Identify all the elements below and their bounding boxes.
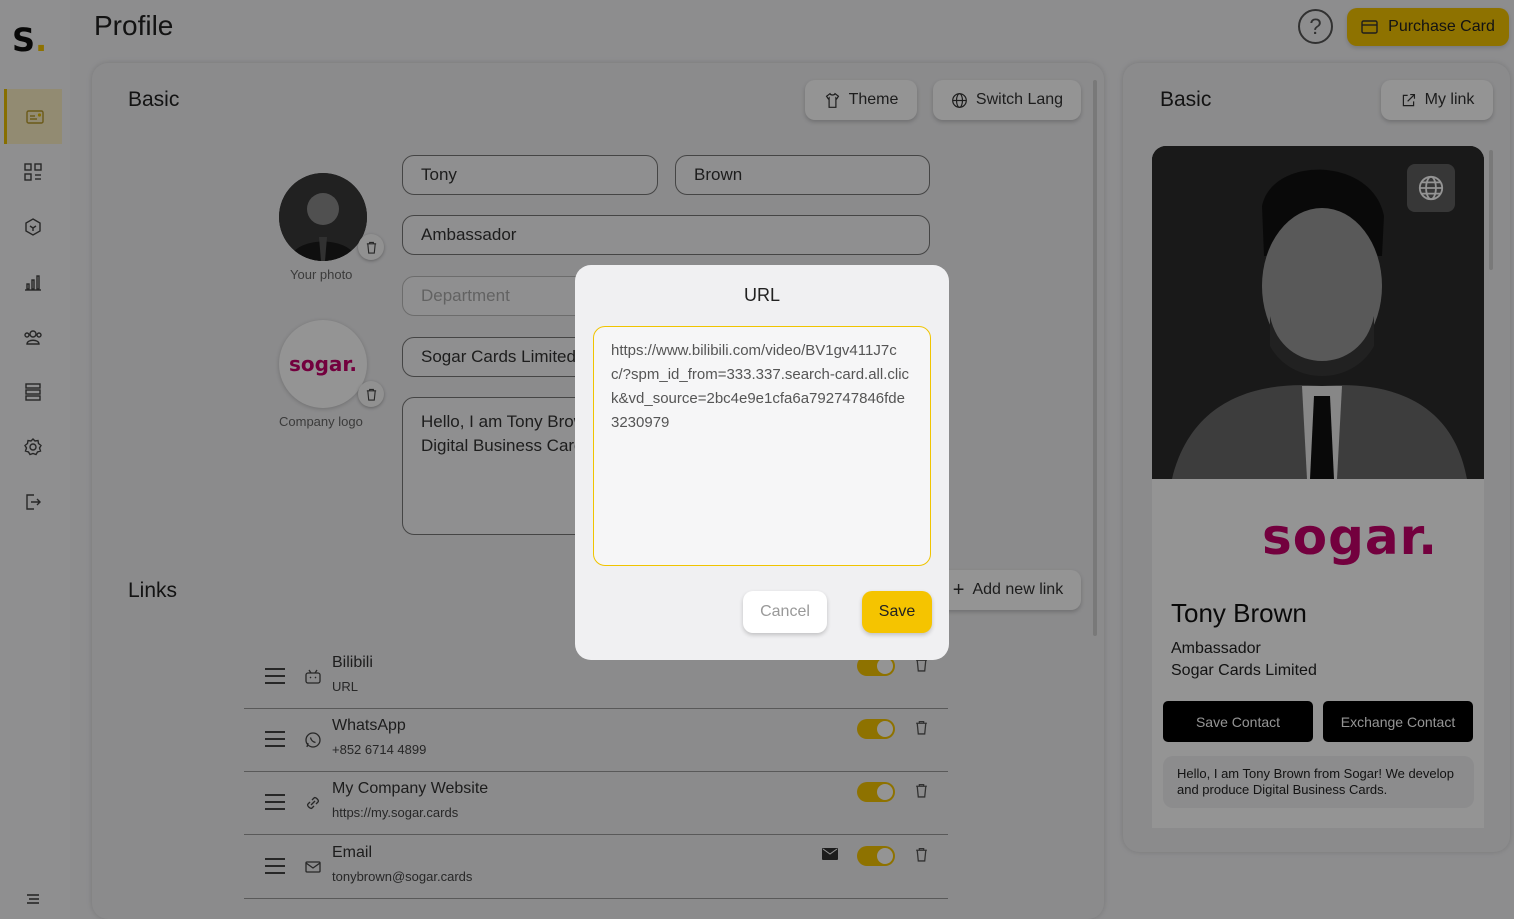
url-textarea[interactable]: https://www.bilibili.com/video/BV1gv411J… [593, 326, 931, 566]
save-button[interactable]: Save [862, 591, 932, 633]
dialog-title: URL [743, 285, 780, 305]
cancel-button[interactable]: Cancel [743, 591, 827, 633]
url-dialog: URL https://www.bilibili.com/video/BV1gv… [575, 265, 949, 660]
